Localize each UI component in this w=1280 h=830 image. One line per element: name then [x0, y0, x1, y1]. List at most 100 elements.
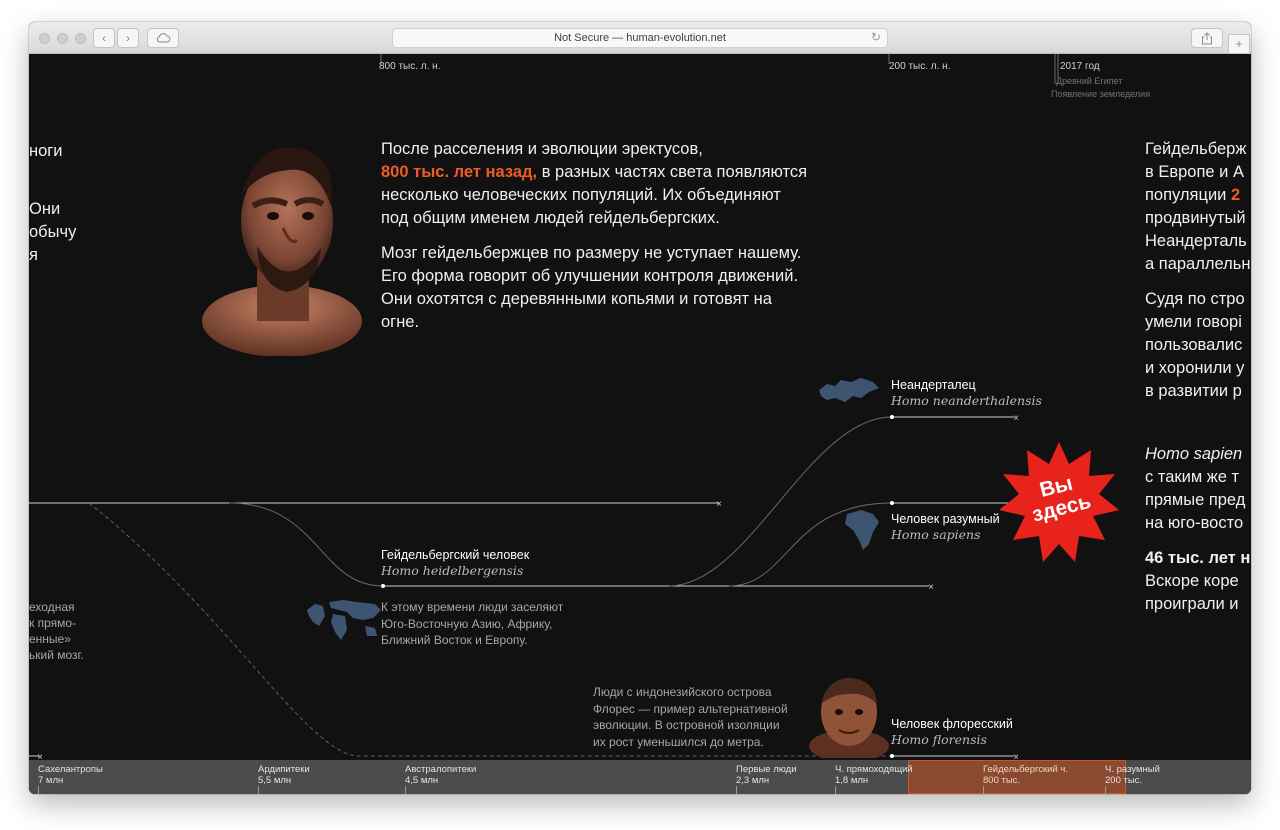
address-bar[interactable]: Not Secure — human-evolution.net ↻ — [392, 28, 888, 48]
era-age: 800 тыс. — [983, 775, 1021, 786]
era-name: Ч. разумный — [1105, 764, 1160, 775]
species-latin-name: Homo heidelbergensis — [381, 563, 524, 578]
right-fragment-line: Вскоре коре — [1145, 572, 1239, 590]
right-fragment-line: Гейдельберж — [1145, 140, 1247, 158]
address-text: Not Secure — human-evolution.net — [554, 32, 726, 44]
accent-text: 2 — [1230, 186, 1241, 204]
note-line: их рост уменьшился до метра. — [593, 734, 764, 749]
species-latin-name: Homo florensis — [891, 732, 987, 747]
accent-text: 800 тыс. лет назад, — [381, 163, 538, 181]
left-note-line: ький мозг. — [29, 648, 84, 662]
page-content: × × × × × 800 тыс. л. н. 200 тыс. л. н. … — [29, 54, 1251, 794]
species-name: Гейдельбергский человек — [381, 548, 530, 562]
browser-window: ‹ › Not Secure — human-evolution.net ↻ +… — [29, 22, 1251, 794]
species-latin-name: Homo neanderthalensis — [891, 393, 1042, 408]
right-fragment-line: прямые пред — [1145, 491, 1246, 509]
era-age: 5,5 млн — [258, 775, 292, 786]
era-age: 200 тыс. — [1105, 775, 1143, 786]
era-item-ardipithecus[interactable]: Ардипитеки 5,5 млн — [258, 764, 310, 786]
right-fragment-line: продвинутый — [1145, 209, 1246, 227]
right-fragment-line: Судя по стро — [1145, 290, 1245, 308]
era-age: 7 млн — [38, 775, 64, 786]
reload-icon[interactable]: ↻ — [871, 30, 881, 44]
paragraph-text: После расселения и эволюции эректусов, — [381, 140, 703, 158]
right-fragment-line: Неандерталь — [1145, 232, 1247, 250]
new-tab-button[interactable]: + — [1228, 34, 1250, 54]
era-name: Гейдельбергский ч. — [983, 764, 1069, 775]
left-note-line: еходная — [29, 600, 75, 614]
right-fragment-line: на юго-восто — [1145, 514, 1244, 532]
back-button[interactable]: ‹ — [93, 28, 115, 48]
heidelberg-map-note: К этому времени люди заселяют Юго-Восточ… — [381, 599, 563, 649]
svg-text:×: × — [1013, 413, 1019, 424]
axis-label-2017: 2017 год — [1060, 61, 1100, 72]
main-article-text: После расселения и эволюции эректусов, 80… — [381, 138, 811, 346]
paragraph: После расселения и эволюции эректусов, 80… — [381, 138, 811, 230]
world-map-icon — [307, 600, 381, 640]
note-line: Флорес — пример альтернативной — [593, 701, 788, 716]
era-item-erectus[interactable]: Ч. прямоходящий 1,8 млн — [835, 764, 913, 786]
right-fragment-line: Homo sapien — [1145, 445, 1243, 463]
era-age: 1,8 млн — [835, 775, 869, 786]
note-line: К этому времени люди заселяют — [381, 600, 564, 614]
zoom-window-button[interactable] — [75, 33, 86, 44]
paragraph: Мозг гейдельбержцев по размеру не уступа… — [381, 244, 802, 331]
note-line: Люди с индонезийского острова — [593, 685, 772, 699]
right-fragment-line: в Европе и А — [1145, 163, 1244, 181]
species-heidelberg[interactable]: Гейдельбергский человек Homo heidelberge… — [381, 547, 529, 579]
era-name: Ардипитеки — [258, 764, 310, 775]
species-name: Неандерталец — [891, 378, 976, 392]
left-fragment-line: Они — [29, 200, 61, 218]
note-line: эволюции. В островной изоляции — [593, 718, 780, 732]
axis-label-200k: 200 тыс. л. н. — [889, 61, 951, 72]
cloud-icon — [156, 33, 171, 43]
era-tick — [258, 786, 259, 794]
era-name: Сахелантропы — [38, 764, 103, 775]
era-item-heidelberg[interactable]: Гейдельбергский ч. 800 тыс. — [983, 764, 1068, 786]
right-fragment-line: а параллельн — [1145, 255, 1251, 273]
close-window-button[interactable] — [39, 33, 50, 44]
flores-note: Люди с индонезийского острова Флорес — п… — [593, 684, 788, 750]
right-fragment-line: в развитии р — [1145, 382, 1242, 400]
species-name: Человек разумный — [891, 512, 1000, 526]
right-fragment-line: умели говорі — [1145, 313, 1242, 331]
era-item-first-humans[interactable]: Первые люди 2,3 млн — [736, 764, 797, 786]
right-fragment-line: популяции 2 — [1145, 184, 1240, 207]
left-fragment-line: обычу — [29, 223, 77, 241]
axis-label-800k: 800 тыс. л. н. — [379, 61, 441, 72]
africa-map-icon — [845, 510, 879, 550]
chevron-right-icon: › — [126, 31, 130, 45]
era-tick — [835, 786, 836, 794]
right-fragment-text: популяции — [1145, 186, 1227, 204]
forward-button[interactable]: › — [117, 28, 139, 48]
left-fragment-line: я — [29, 246, 38, 264]
era-name: Ч. прямоходящий — [835, 764, 913, 775]
note-line: Ближний Восток и Европу. — [381, 633, 528, 647]
axis-sublabel-egypt: Древний Египет — [1056, 76, 1123, 86]
era-tick — [38, 786, 39, 794]
era-navigation-bar: Сахелантропы 7 млн Ардипитеки 5,5 млн Ав… — [29, 760, 1251, 794]
left-fragment-line: ноги — [29, 142, 63, 160]
era-name: Австралопитеки — [405, 764, 477, 775]
species-florensis[interactable]: Человек флоресский Homo florensis — [891, 716, 1013, 748]
share-button[interactable] — [1191, 28, 1223, 48]
right-fragment-line: и хоронили у — [1145, 359, 1245, 377]
right-fragment-line: пользовалис — [1145, 336, 1243, 354]
era-age: 4,5 млн — [405, 775, 439, 786]
era-item-sapiens[interactable]: Ч. разумный 200 тыс. — [1105, 764, 1160, 786]
era-item-australopithecus[interactable]: Австралопитеки 4,5 млн — [405, 764, 476, 786]
left-note-line: енные» — [29, 632, 71, 646]
era-tick — [405, 786, 406, 794]
species-sapiens[interactable]: Человек разумный Homo sapiens — [891, 511, 1000, 543]
icloud-tabs-button[interactable] — [147, 28, 179, 48]
era-age: 2,3 млн — [736, 775, 770, 786]
europe-map-icon — [819, 378, 879, 402]
era-item-sahelanthropus[interactable]: Сахелантропы 7 млн — [38, 764, 103, 786]
browser-toolbar: ‹ › Not Secure — human-evolution.net ↻ + — [29, 22, 1251, 54]
species-neanderthal[interactable]: Неандерталец Homo neanderthalensis — [891, 377, 1042, 409]
heidelberg-portrait — [202, 147, 362, 356]
you-are-here-badge: Вы здесь — [997, 440, 1121, 564]
flores-portrait — [809, 678, 889, 758]
era-tick — [736, 786, 737, 794]
minimize-window-button[interactable] — [57, 33, 68, 44]
